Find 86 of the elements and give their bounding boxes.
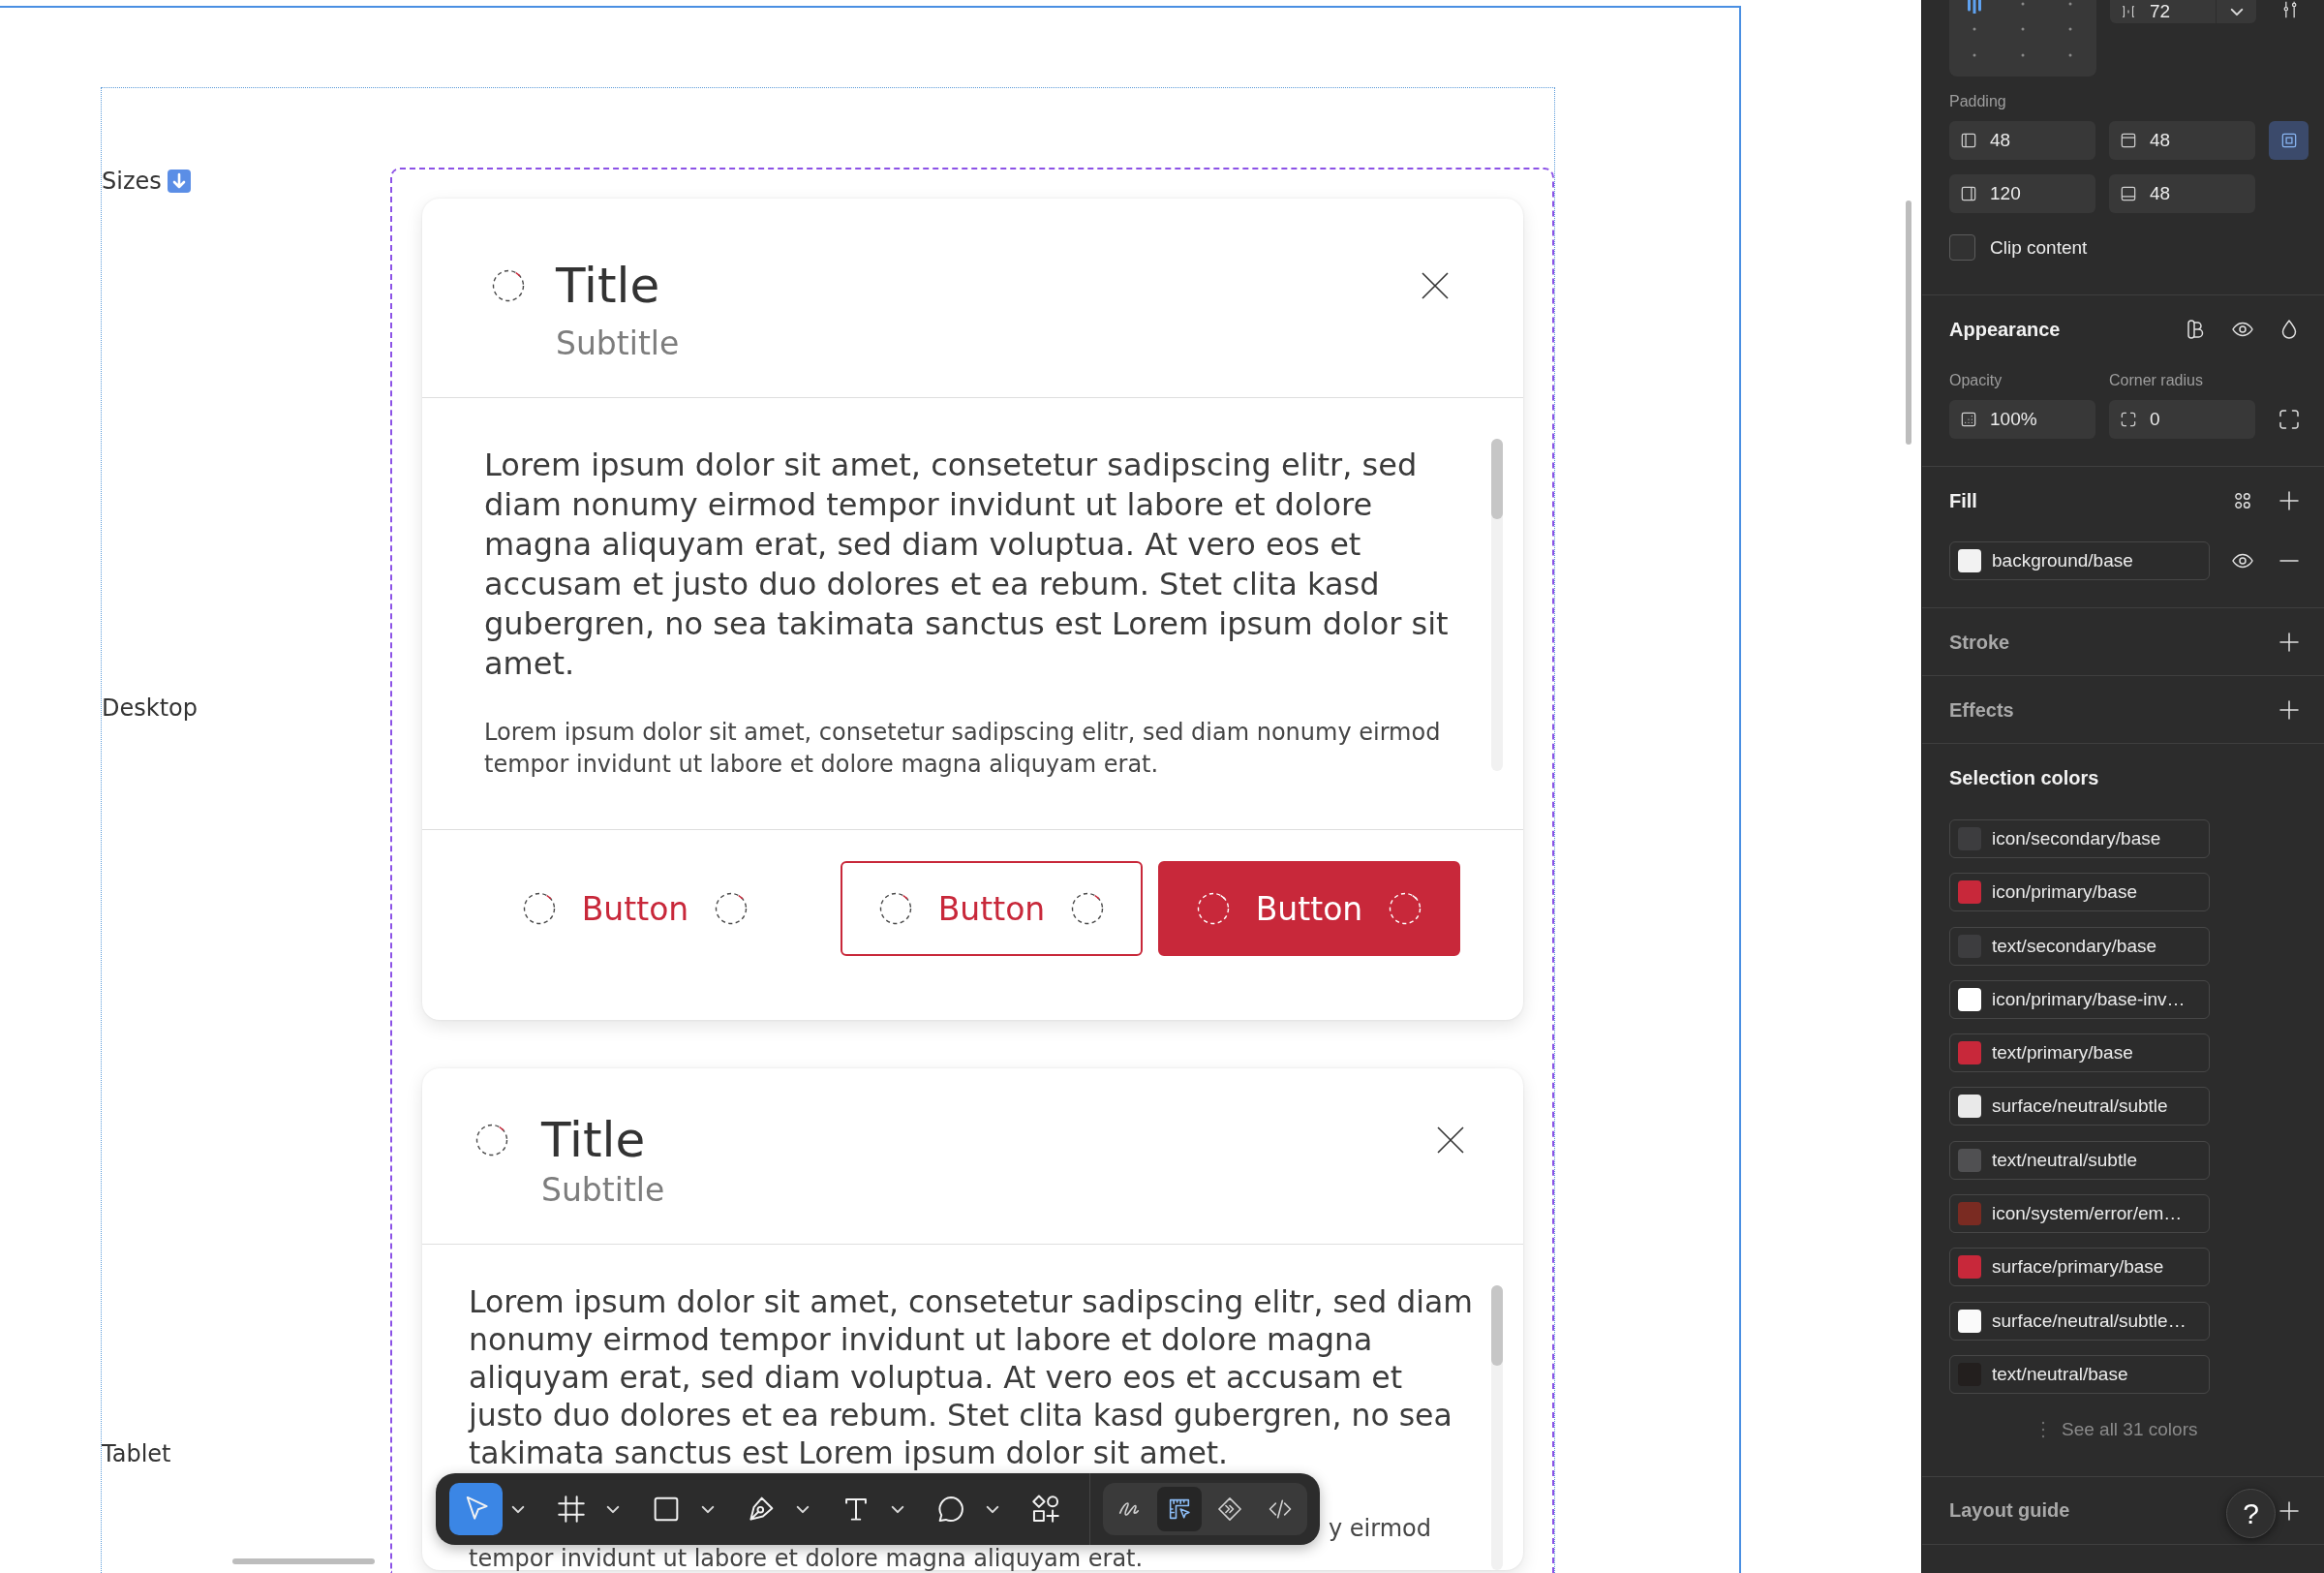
canvas-scrollbar[interactable] xyxy=(232,1558,375,1564)
padding-field[interactable]: 48 xyxy=(2109,121,2255,160)
dashed-circle-icon xyxy=(1071,892,1104,925)
chevron-down-icon[interactable] xyxy=(512,1505,524,1513)
outline-button[interactable]: Button xyxy=(841,861,1143,956)
color-style-item[interactable]: icon/system/error/em… xyxy=(1949,1194,2210,1234)
variant-label: Desktop xyxy=(102,694,198,722)
color-style-item[interactable]: icon/primary/base xyxy=(1949,873,2210,912)
chevron-down-icon[interactable] xyxy=(797,1505,809,1513)
color-style-item[interactable]: text/neutral/subtle xyxy=(1949,1140,2210,1180)
scrollbar-thumb[interactable] xyxy=(1491,439,1503,519)
variant-label: Tablet xyxy=(102,1440,171,1467)
paragraph: Lorem ipsum dolor sit amet, consetetur sadipscing elitr, sed diam nonumy eirmod tempor invidunt ut labore et dolore magna aliquyam erat. xyxy=(484,718,1442,780)
padding-field[interactable]: 48 xyxy=(2109,174,2255,213)
dashed-circle-icon xyxy=(879,892,912,925)
corner-radius-field[interactable]: 0 xyxy=(2109,400,2255,439)
primary-button[interactable]: Button xyxy=(1158,861,1460,956)
dashed-circle-icon xyxy=(715,892,748,925)
dot-grid-icon xyxy=(1972,2,2072,57)
color-style-item[interactable]: text/secondary/base xyxy=(1949,926,2210,966)
mode-button[interactable] xyxy=(1157,1487,1202,1531)
padding-mode-toggle[interactable] xyxy=(2269,121,2309,160)
checkbox-label: Clip content xyxy=(1990,236,2088,259)
field-label: Corner radius xyxy=(2109,371,2203,390)
section-title: Stroke xyxy=(1949,631,2010,654)
section-title: Appearance xyxy=(1949,318,2061,341)
section-label: Sizes xyxy=(102,168,162,195)
section-title: Effects xyxy=(1949,698,2014,722)
dashed-circle-icon xyxy=(1197,892,1230,925)
section-title: Selection colors xyxy=(1949,766,2099,789)
close-icon[interactable] xyxy=(1422,272,1449,299)
chevron-down-icon[interactable] xyxy=(2230,8,2243,15)
see-all-colors-link[interactable]: See all 31 colors xyxy=(2062,1418,2198,1440)
chevron-down-icon[interactable] xyxy=(702,1505,714,1513)
square-bottom-line-icon xyxy=(2119,184,2138,203)
dialog-title: Title xyxy=(556,257,660,315)
canvas-scrollbar[interactable] xyxy=(1906,200,1911,445)
diamond-chevrons-icon xyxy=(1216,1496,1243,1523)
field-label: Opacity xyxy=(1949,371,2003,390)
checkbox[interactable] xyxy=(1949,234,1975,261)
corner-brackets-icon xyxy=(2119,410,2138,429)
square-top-line-icon xyxy=(2119,131,2138,150)
chevron-down-icon[interactable] xyxy=(987,1505,998,1513)
plus-icon[interactable] xyxy=(2278,698,2301,722)
dashed-circle-icon xyxy=(1389,892,1422,925)
padding-field[interactable]: 48 xyxy=(1949,121,2095,160)
dialog-title: Title xyxy=(541,1111,646,1169)
dashed-circle-icon xyxy=(475,1124,508,1157)
color-style-item[interactable]: text/neutral/base xyxy=(1949,1354,2210,1394)
color-style-item[interactable]: icon/primary/base-inv… xyxy=(1949,979,2210,1019)
help-button[interactable]: ? xyxy=(2226,1489,2276,1538)
plus-icon[interactable] xyxy=(2278,1498,2301,1523)
corner-brackets-icon[interactable] xyxy=(2278,408,2301,431)
color-style-item[interactable]: text/primary/base xyxy=(1949,1033,2210,1073)
vertical-dots-icon xyxy=(2040,1419,2046,1439)
color-style-item[interactable]: surface/neutral/subtle… xyxy=(1949,1301,2210,1341)
padding-field[interactable]: 120 xyxy=(1949,174,2095,213)
color-style-item[interactable]: surface/primary/base xyxy=(1949,1248,2210,1287)
paragraph: Lorem ipsum dolor sit amet, consetetur sadipscing elitr, sed diam nonumy eirmod tempor invidunt ut labore et dolore magna aliquyam erat, sed diam voluptua. At vero eos et accusam et justo duo dolores et ea rebum. Stet clita kasd gubergren, no sea takimata sanctus est Lorem ipsum dolor sit amet. xyxy=(469,1283,1474,1472)
chevron-down-icon[interactable] xyxy=(607,1505,619,1513)
dialog-subtitle: Subtitle xyxy=(556,324,680,363)
gap-field[interactable]: 72 xyxy=(2110,0,2256,23)
opacity-field[interactable]: 100% xyxy=(1949,400,2095,439)
color-style-item[interactable]: icon/secondary/base xyxy=(1949,819,2210,858)
chevron-down-icon[interactable] xyxy=(892,1505,903,1513)
field-label: Padding xyxy=(1949,92,2006,111)
bars-icon xyxy=(1967,0,1982,14)
section-title: Fill xyxy=(1949,489,1977,512)
close-icon[interactable] xyxy=(1437,1126,1464,1154)
plus-icon[interactable] xyxy=(2278,489,2301,512)
paragraph: Lorem ipsum dolor sit amet, consetetur sadipscing elitr, sed diam nonumy eirmod tempor invidunt ut labore et dolore magna aliquyam erat, sed diam voluptua. At vero eos et accusam et justo duo dolores et ea rebum. Stet clita kasd gubergren, no sea takimata sanctus est Lorem ipsum dolor sit amet. xyxy=(484,446,1450,684)
spacing-icon xyxy=(2120,3,2137,20)
dashed-circle-icon xyxy=(523,892,556,925)
paragraph-fragment: y eirmod xyxy=(1329,1514,1431,1543)
paragraph-fragment: tempor invidunt ut labore et dolore magna aliquyam erat. xyxy=(469,1547,1144,1570)
scrollbar-thumb[interactable] xyxy=(1491,1285,1503,1366)
section-title: Layout guide xyxy=(1949,1499,2070,1523)
square-left-line-icon xyxy=(1959,131,1978,150)
dialog-subtitle: Subtitle xyxy=(541,1171,665,1210)
dashed-circle-icon xyxy=(492,269,525,302)
text-button[interactable]: Button xyxy=(484,861,786,956)
color-style-field[interactable]: background/base xyxy=(1949,541,2210,580)
tool-button[interactable] xyxy=(449,1483,503,1535)
square-right-line-icon xyxy=(1959,184,1978,203)
color-style-item[interactable]: surface/neutral/subtle xyxy=(1949,1087,2210,1126)
plus-icon[interactable] xyxy=(2278,631,2301,654)
